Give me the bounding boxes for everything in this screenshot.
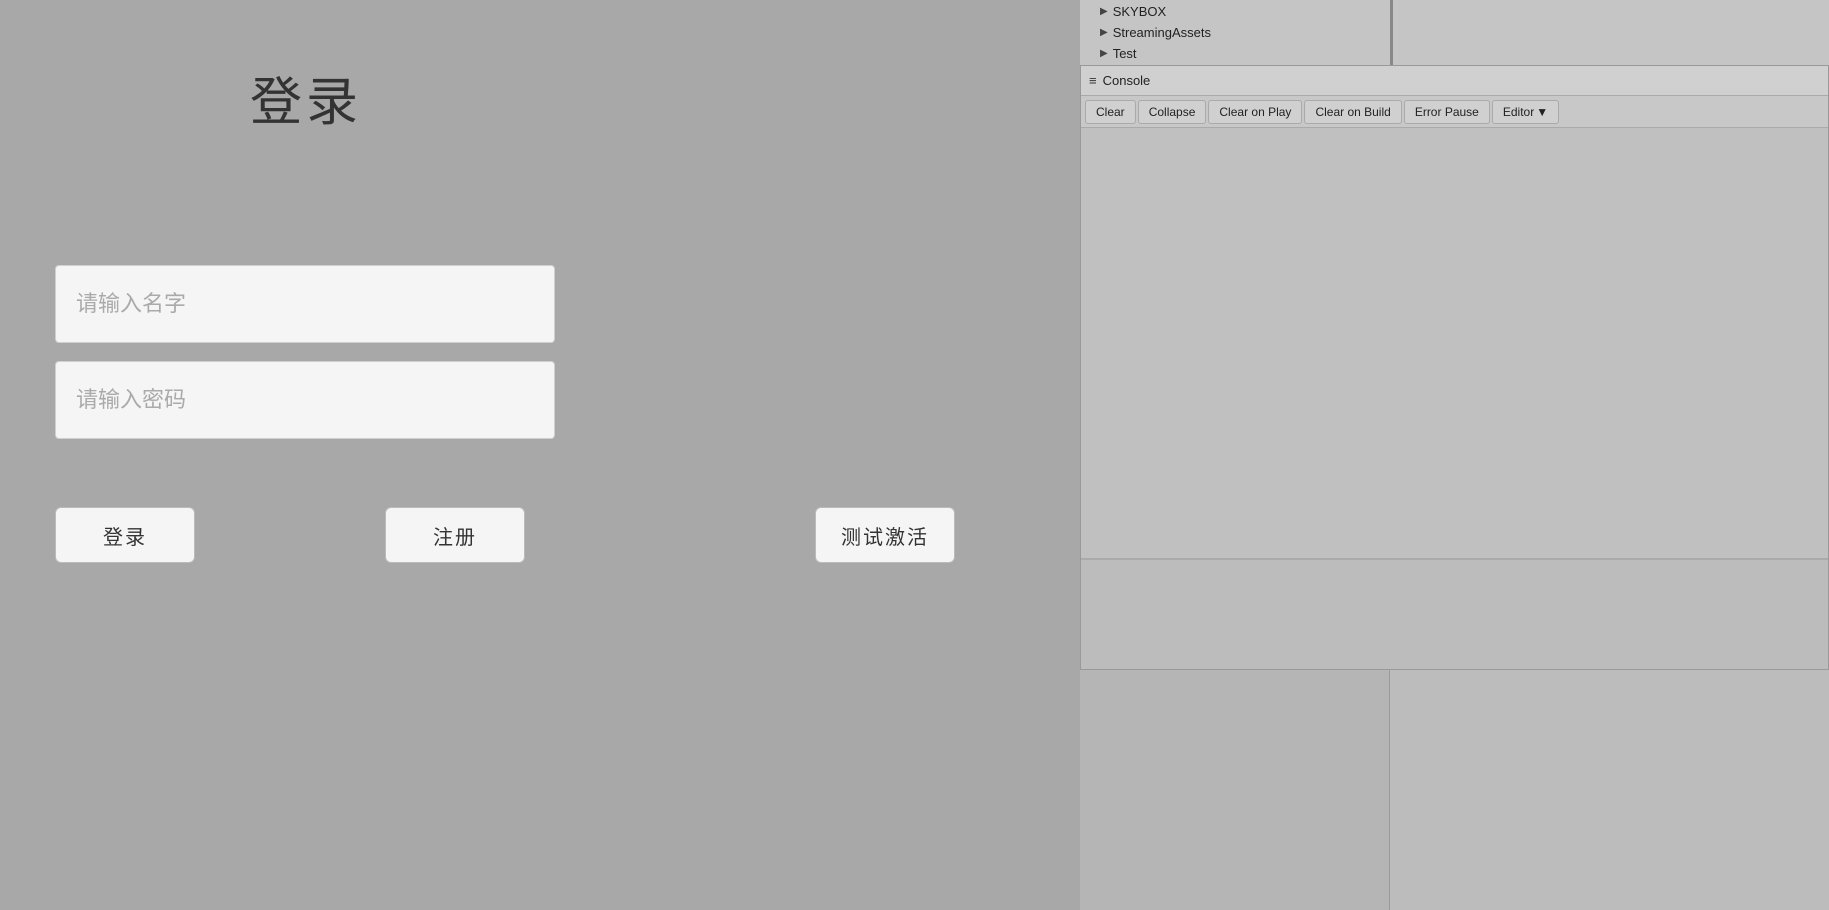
tree-item-label: Test	[1113, 46, 1137, 61]
console-window: ≡ Console Clear Collapse Clear on Play C…	[1080, 65, 1829, 670]
tree-arrow-icon: ▶	[1100, 27, 1108, 38]
console-bottom-area	[1081, 560, 1828, 669]
console-icon: ≡	[1089, 73, 1097, 88]
dropdown-arrow-icon: ▼	[1536, 105, 1548, 119]
console-clear-button[interactable]: Clear	[1085, 100, 1136, 124]
bottom-area	[1080, 670, 1829, 910]
console-error-pause-button[interactable]: Error Pause	[1404, 100, 1490, 124]
tree-arrow-icon: ▶	[1100, 6, 1108, 17]
buttons-row: 登录 注册 测试激活	[55, 507, 955, 563]
console-editor-dropdown-button[interactable]: Editor ▼	[1492, 100, 1559, 124]
tree-item-test[interactable]: ▶ Test	[1100, 46, 1829, 61]
console-clear-on-build-button[interactable]: Clear on Build	[1304, 100, 1401, 124]
bottom-right-panel	[1390, 670, 1829, 910]
password-input[interactable]	[55, 361, 555, 439]
console-clear-on-play-button[interactable]: Clear on Play	[1208, 100, 1302, 124]
tree-item-skybox[interactable]: ▶ SKYBOX	[1100, 4, 1829, 19]
tree-arrow-icon: ▶	[1100, 48, 1108, 59]
login-button[interactable]: 登录	[55, 507, 195, 563]
test-activate-button[interactable]: 测试激活	[815, 507, 955, 563]
file-tree: ▶ SKYBOX ▶ StreamingAssets ▶ Test	[1080, 0, 1829, 65]
console-body	[1081, 128, 1828, 669]
login-panel: 登录 登录 注册 测试激活	[0, 0, 1080, 910]
console-editor-label: Editor	[1503, 105, 1534, 119]
console-collapse-button[interactable]: Collapse	[1138, 100, 1207, 124]
console-titlebar: ≡ Console	[1081, 66, 1828, 96]
editor-panel: ▶ SKYBOX ▶ StreamingAssets ▶ Test ≡ Cons…	[1080, 0, 1829, 910]
console-title: Console	[1103, 73, 1151, 88]
register-button[interactable]: 注册	[385, 507, 525, 563]
console-toolbar: Clear Collapse Clear on Play Clear on Bu…	[1081, 96, 1828, 128]
bottom-left-panel	[1080, 670, 1390, 910]
tree-item-label: StreamingAssets	[1113, 25, 1211, 40]
username-input[interactable]	[55, 265, 555, 343]
tree-item-label: SKYBOX	[1113, 4, 1166, 19]
tree-item-streaming-assets[interactable]: ▶ StreamingAssets	[1100, 25, 1829, 40]
login-title: 登录	[250, 60, 362, 135]
